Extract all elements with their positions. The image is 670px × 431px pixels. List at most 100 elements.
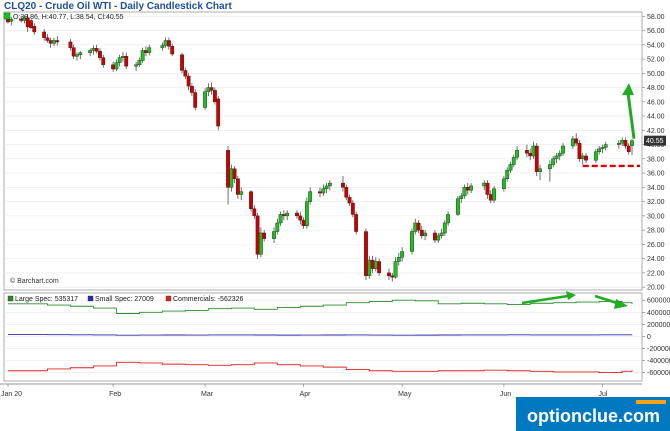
candle-up: [436, 235, 441, 241]
candle-up: [423, 232, 427, 237]
candle-up: [278, 214, 283, 224]
price-tick-label: 24.00: [647, 256, 665, 263]
candle-up: [630, 140, 634, 146]
candle-up: [482, 182, 487, 187]
candle-up: [396, 257, 401, 262]
ohlc-readout: O:39.86, H:40.77, L:38.54, Cl:40.55: [13, 14, 124, 21]
price-panel: 20.00 22.00 24.00 26.00 28.00 30.00 32.00 34.00…: [3, 11, 666, 292]
candle-down: [419, 229, 424, 237]
candle-up: [547, 164, 552, 170]
candle-down: [55, 40, 60, 43]
candle-up: [580, 155, 585, 160]
candle-down: [42, 31, 47, 38]
candle-up: [511, 157, 516, 165]
candle-down: [528, 152, 533, 157]
candle-up: [515, 150, 519, 158]
candle-up: [462, 187, 467, 197]
cot-tick-label: 0: [647, 334, 651, 341]
candle-up: [78, 52, 83, 55]
price-tick-label: 54.00: [647, 42, 665, 49]
x-tick-label: Jun: [500, 391, 511, 398]
x-tick-label: Feb: [109, 391, 121, 398]
candle-down: [301, 219, 306, 227]
watermark-text: optionclue.com: [527, 406, 660, 426]
candle-down: [29, 20, 33, 28]
candle-up: [620, 140, 625, 144]
copyright-label: © Barchart.com: [10, 277, 59, 285]
ohlc-icon: [3, 12, 11, 20]
candle-down: [226, 150, 230, 188]
candle-up: [285, 212, 290, 217]
candle-up: [616, 142, 621, 145]
candle-down: [574, 138, 579, 144]
candle-down: [377, 261, 382, 274]
candle-up: [502, 178, 506, 189]
candle-up: [373, 261, 378, 269]
candle-up: [117, 57, 122, 63]
candle-down: [94, 48, 99, 52]
candle-up: [570, 138, 575, 147]
candle-up: [275, 222, 280, 232]
candle-down: [213, 90, 217, 103]
candle-down: [170, 46, 175, 55]
candle-up: [505, 170, 510, 180]
candle-down: [6, 18, 10, 23]
candlestick-chart: 20.00 22.00 24.00 26.00 28.00 30.00 32.00 34.00…: [0, 1, 670, 431]
candle-up: [75, 54, 79, 57]
candle-up: [140, 50, 145, 61]
candle-down: [45, 37, 50, 41]
candle-up: [600, 147, 605, 150]
candle-up: [554, 155, 559, 160]
candle-down: [344, 187, 349, 198]
candle-up: [367, 259, 372, 276]
candle-down: [416, 222, 421, 231]
candle-down: [32, 26, 37, 33]
x-tick-label: Apr: [300, 391, 312, 398]
candle-up: [400, 251, 405, 258]
price-tick-label: 26.00: [647, 242, 665, 249]
candle-down: [249, 191, 253, 209]
candle-down: [626, 145, 631, 152]
candle-up: [324, 185, 329, 189]
candle-up: [551, 158, 556, 165]
candle-up: [137, 60, 142, 65]
candle-down: [433, 232, 437, 241]
candle-down: [68, 41, 73, 48]
candle-down: [354, 214, 359, 232]
candle-up: [442, 222, 447, 234]
cot-tick-label: -200000: [647, 346, 670, 353]
watermark-logo: optionclue.com: [516, 397, 670, 431]
x-tick-label: Jul: [598, 391, 607, 398]
candle-up: [258, 232, 263, 255]
price-tick-label: 48.00: [647, 85, 665, 92]
candle-down: [144, 50, 148, 53]
legend-label: Large Spec: 535317: [15, 296, 78, 303]
candle-down: [190, 85, 194, 93]
candle-down: [124, 55, 129, 67]
candle-up: [413, 222, 418, 232]
cot-tick-label: -400000: [647, 358, 670, 365]
candle-down: [623, 140, 628, 147]
candle-down: [318, 191, 322, 194]
cot-tick-label: -600000: [647, 370, 670, 377]
candle-down: [111, 64, 115, 70]
candle-up: [327, 182, 332, 187]
price-tick-label: 56.00: [647, 28, 665, 35]
candle-down: [350, 202, 355, 215]
candle-up: [52, 40, 56, 44]
candle-up: [121, 55, 125, 58]
candle-down: [584, 155, 588, 161]
price-tick-label: 28.00: [647, 228, 665, 235]
candle-down: [488, 194, 493, 201]
candle-up: [203, 91, 207, 108]
price-tick-label: 58.00: [647, 14, 665, 21]
candle-down: [235, 178, 240, 195]
candle-up: [538, 168, 542, 172]
candle-up: [557, 152, 562, 157]
cot-series-line-1: [8, 334, 633, 336]
legend-swatch: [87, 295, 94, 302]
candle-down: [167, 40, 171, 47]
cot-tick-label: 200000: [647, 322, 670, 329]
candle-down: [485, 182, 490, 195]
candle-up: [603, 144, 608, 148]
